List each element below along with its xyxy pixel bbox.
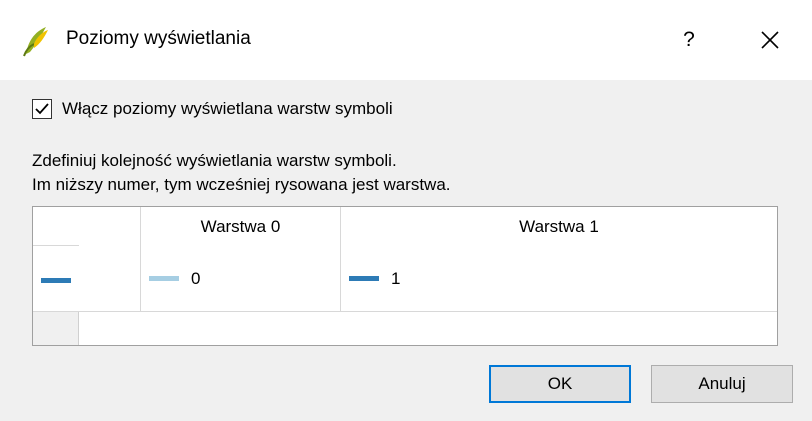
checkmark-icon <box>35 103 49 115</box>
symbol-swatch <box>41 278 71 283</box>
description-line-2: Im niższy numer, tym wcześniej rysowana … <box>32 175 451 194</box>
row-header-empty <box>33 312 79 345</box>
close-icon[interactable] <box>752 22 788 58</box>
enable-levels-checkbox[interactable] <box>32 99 52 119</box>
help-button[interactable]: ? <box>674 22 704 58</box>
column-header-layer-1[interactable]: Warstwa 1 <box>341 207 777 246</box>
table-cell-layer-1[interactable]: 1 <box>341 246 777 312</box>
row-label-cell <box>79 207 141 312</box>
column-header-layer-0[interactable]: Warstwa 0 <box>141 207 341 246</box>
layer-1-level: 1 <box>391 268 401 288</box>
table-cell-layer-0[interactable]: 0 <box>141 246 341 312</box>
enable-levels-checkbox-row[interactable]: Włącz poziomy wyświetlana warstw symboli <box>32 97 393 121</box>
window-title: Poziomy wyświetlania <box>66 28 251 49</box>
qgis-app-icon <box>23 27 48 57</box>
dialog-body: Włącz poziomy wyświetlana warstw symboli… <box>0 80 812 421</box>
description-line-1: Zdefiniuj kolejność wyświetlania warstw … <box>32 151 397 170</box>
enable-levels-label: Włącz poziomy wyświetlana warstw symboli <box>62 99 393 118</box>
row-header-symbol[interactable] <box>33 246 79 312</box>
ok-button[interactable]: OK <box>489 365 631 403</box>
cancel-button[interactable]: Anuluj <box>651 365 793 403</box>
symbol-levels-table: Warstwa 0 Warstwa 1 0 1 <box>32 206 778 346</box>
header-corner <box>33 207 79 246</box>
layer-0-swatch <box>149 276 179 281</box>
layer-0-level: 0 <box>191 268 201 288</box>
layer-1-swatch <box>349 276 379 281</box>
title-bar: Poziomy wyświetlania ? <box>0 0 812 80</box>
